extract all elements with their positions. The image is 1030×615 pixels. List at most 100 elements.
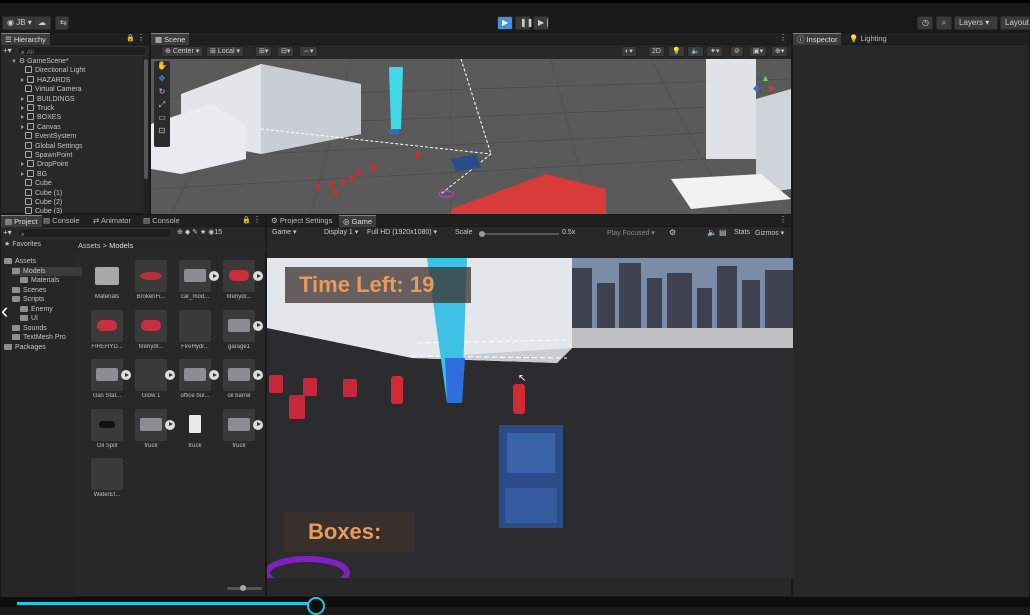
chevron-left-icon[interactable]: ‹: [1, 297, 19, 325]
add-object-button[interactable]: +▾: [3, 46, 13, 56]
expand-play-icon[interactable]: [209, 370, 219, 380]
mute-audio-icon[interactable]: 🔈: [707, 228, 717, 237]
collab-button[interactable]: ⇆: [55, 16, 69, 30]
project-tree-item[interactable]: Materials: [20, 276, 59, 285]
game-mode-dropdown[interactable]: Game ▾: [269, 228, 317, 239]
favorites-item[interactable]: ★ Favorites: [4, 240, 41, 249]
project-tree-item[interactable]: Scenes: [12, 286, 46, 295]
asset-tile[interactable]: truck: [175, 409, 215, 457]
expand-play-icon[interactable]: [165, 370, 175, 380]
asset-tile[interactable]: Materials: [87, 260, 127, 308]
tab-hierarchy[interactable]: ☰ Hierarchy: [1, 33, 50, 45]
gizmos-dropdown[interactable]: ⊕▾: [771, 46, 789, 57]
move-tool-icon[interactable]: ✥: [154, 74, 170, 87]
lock-icon[interactable]: 🔒: [242, 216, 251, 224]
hand-tool-icon[interactable]: ✋: [154, 61, 170, 74]
slider-thumb[interactable]: [240, 585, 246, 591]
hierarchy-item[interactable]: Directional Light: [25, 66, 85, 75]
hierarchy-item[interactable]: Cube: [25, 179, 52, 188]
expand-play-icon[interactable]: [253, 320, 263, 331]
more-icon[interactable]: ⋮: [779, 215, 787, 224]
project-tree-item[interactable]: Models: [12, 266, 82, 276]
tab-project-settings[interactable]: ⚙ Project Settings: [267, 215, 336, 227]
favorite-star-icon[interactable]: ★: [200, 229, 206, 236]
project-tree-item[interactable]: Packages: [4, 343, 46, 352]
step-button[interactable]: ▶❘: [533, 16, 551, 30]
stats-button[interactable]: Stats: [734, 229, 750, 236]
audio-toggle[interactable]: 🔈: [687, 46, 704, 57]
expand-play-icon[interactable]: [253, 370, 263, 380]
project-tree-item[interactable]: UI: [20, 314, 38, 323]
breadcrumb-models[interactable]: Models: [109, 241, 133, 250]
tab-console-2[interactable]: ▤ Console: [139, 215, 184, 227]
asset-tile[interactable]: truck: [131, 408, 175, 457]
asset-tile[interactable]: BrokenFi...: [131, 260, 171, 308]
asset-tile[interactable]: FIREHYD...: [87, 309, 127, 358]
hierarchy-item[interactable]: BOXES: [21, 113, 61, 122]
history-button[interactable]: ◷: [917, 16, 933, 30]
expand-play-icon[interactable]: [253, 419, 263, 430]
shortcuts-icon[interactable]: ▤: [719, 228, 727, 237]
hidden-objects-toggle[interactable]: ⊘: [730, 46, 744, 57]
asset-tile[interactable]: car_mod...: [175, 260, 219, 308]
resolution-dropdown[interactable]: Full HD (1920x1080) ▾: [364, 228, 440, 239]
play-button[interactable]: ▶: [497, 16, 513, 30]
asset-tile[interactable]: firehydr...: [219, 260, 263, 308]
asset-tile[interactable]: WaterEf...: [87, 458, 127, 506]
asset-tile[interactable]: Glow 1: [131, 359, 175, 407]
scene-viewport[interactable]: [151, 59, 791, 214]
lighting-toggle[interactable]: 💡: [668, 46, 685, 57]
lock-icon[interactable]: 🔒: [126, 34, 135, 42]
display-dropdown[interactable]: Display 1 ▾: [321, 228, 361, 239]
layers-dropdown[interactable]: Layers ▾: [954, 16, 998, 30]
project-tree-item[interactable]: Enemy: [20, 305, 53, 314]
pause-button[interactable]: ❚❚: [515, 16, 533, 30]
search-button[interactable]: ⌕: [936, 16, 952, 30]
tab-scene[interactable]: ▦ Scene: [151, 33, 190, 45]
scale-slider[interactable]: [479, 231, 559, 237]
hierarchy-item[interactable]: Virtual Camera: [25, 85, 82, 94]
hierarchy-item[interactable]: Truck: [21, 104, 54, 113]
hierarchy-item[interactable]: DropPoint: [21, 160, 68, 169]
hierarchy-item[interactable]: Cube (1): [25, 188, 62, 198]
more-icon[interactable]: ⋮: [137, 33, 145, 42]
expand-play-icon[interactable]: [209, 271, 219, 281]
transform-tool-icon[interactable]: ⊡: [154, 126, 170, 139]
expand-play-icon[interactable]: [165, 419, 175, 430]
expand-play-icon[interactable]: [121, 370, 131, 380]
asset-tile[interactable]: FireHydr...: [175, 309, 215, 358]
hierarchy-item[interactable]: EventSystem: [25, 132, 76, 141]
tab-inspector[interactable]: ⓘ Inspector: [793, 33, 842, 45]
tab-project[interactable]: ▤ Project: [1, 215, 42, 227]
pivot-local-dropdown[interactable]: ⊞ Local ▾: [206, 46, 245, 57]
project-tree-item[interactable]: TextMesh Pro: [12, 333, 66, 342]
asset-tile[interactable]: Gas Stat...: [87, 359, 131, 407]
pivot-center-dropdown[interactable]: ⊕ Center ▾: [161, 46, 204, 57]
draw-mode-button[interactable]: ◐▾: [621, 46, 637, 57]
hierarchy-item[interactable]: HAZARDS: [21, 75, 70, 85]
effects-dropdown[interactable]: ✦▾: [706, 46, 724, 57]
hierarchy-item[interactable]: BUILDINGS: [21, 94, 75, 104]
hierarchy-item[interactable]: Global Settings: [25, 141, 82, 151]
filter-by-label-icon[interactable]: ◆: [185, 229, 190, 236]
asset-tile[interactable]: oil barrel: [219, 359, 263, 407]
scale-tool-icon[interactable]: ⤢: [154, 100, 170, 113]
more-icon[interactable]: ⋮: [253, 215, 261, 224]
asset-tile[interactable]: office bui...: [175, 359, 219, 407]
tab-lighting[interactable]: 💡 Lighting: [845, 33, 891, 45]
asset-tile[interactable]: firehydr...: [131, 309, 171, 358]
grid-snap-button[interactable]: ⊞▾: [255, 46, 273, 57]
play-focused-dropdown[interactable]: Play Focused ▾: [607, 229, 655, 237]
expand-play-icon[interactable]: [253, 271, 263, 281]
hierarchy-item[interactable]: BG: [21, 169, 47, 179]
layout-dropdown[interactable]: Layout: [1000, 16, 1030, 30]
hierarchy-scrollbar[interactable]: [143, 57, 149, 215]
increment-snap-button[interactable]: ⇔▾: [299, 46, 318, 57]
more-icon[interactable]: ⋮: [779, 33, 787, 42]
create-asset-button[interactable]: +▾: [3, 228, 12, 237]
scale-slider-thumb[interactable]: [479, 231, 485, 237]
grid-visibility-button[interactable]: ⊟▾: [277, 46, 295, 57]
hierarchy-item[interactable]: SpawnPoint: [25, 151, 72, 160]
rect-tool-icon[interactable]: ▭: [154, 113, 170, 126]
gizmos-dropdown[interactable]: Gizmos ▾: [755, 229, 784, 237]
